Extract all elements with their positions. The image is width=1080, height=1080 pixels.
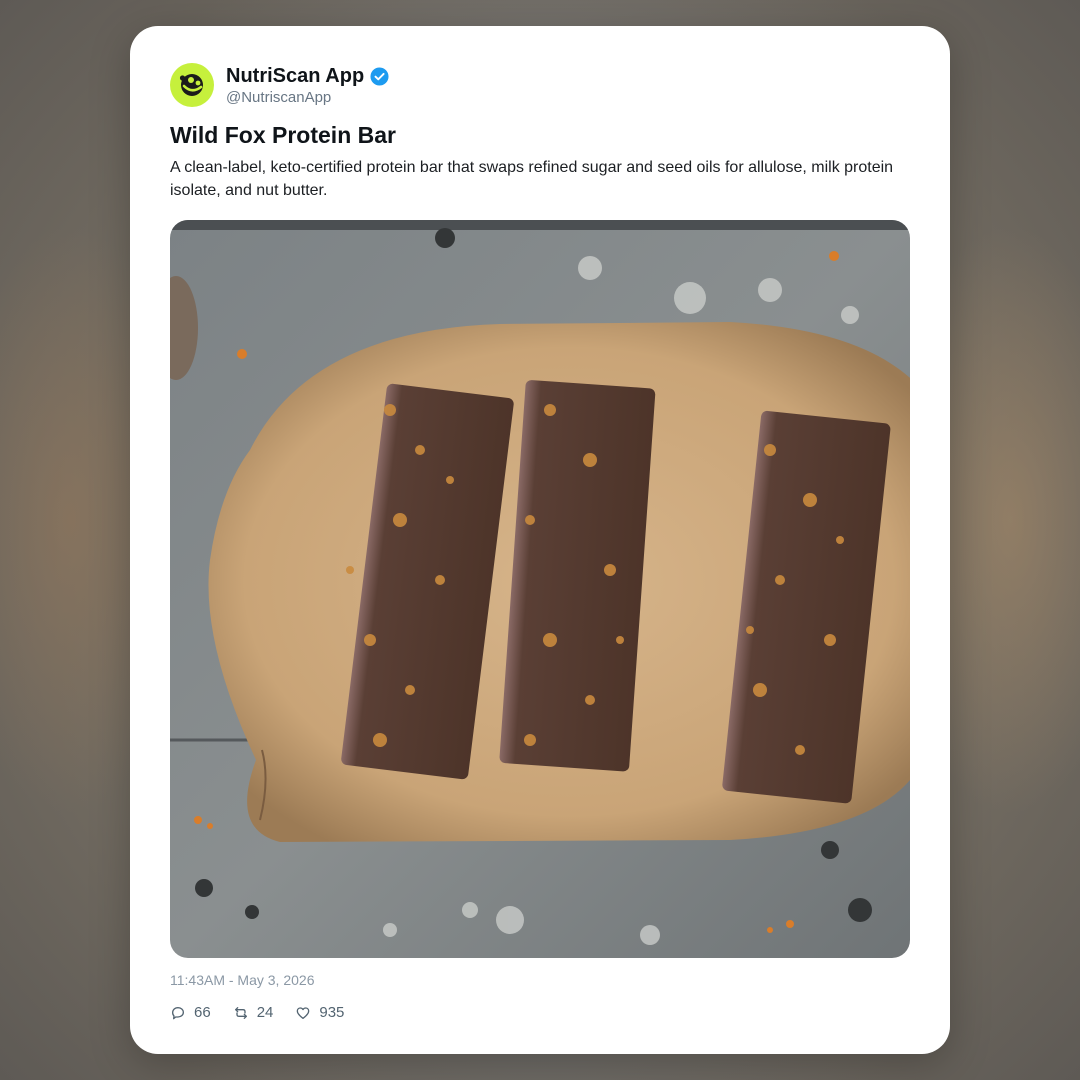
avatar[interactable]	[170, 63, 214, 107]
account-handle[interactable]: @NutriscanApp	[226, 89, 389, 106]
speech-bubble-icon	[172, 1006, 184, 1019]
post-card: NutriScan App @NutriscanApp Wild Fox Pro…	[130, 26, 950, 1054]
verified-badge-icon	[370, 66, 389, 86]
post-header: NutriScan App @NutriscanApp	[170, 62, 389, 108]
repost-arrows-icon	[234, 1006, 247, 1019]
like-button[interactable]: 935	[295, 1004, 344, 1021]
display-name[interactable]: NutriScan App	[226, 65, 364, 88]
post-timestamp[interactable]: 11:43AM - May 3, 2026	[170, 972, 314, 988]
engagement-bar: 66 24 935	[170, 1004, 366, 1021]
repost-count: 24	[256, 1004, 274, 1021]
heart-icon	[297, 1006, 310, 1019]
account-names: NutriScan App @NutriscanApp	[226, 64, 389, 106]
like-count: 935	[319, 1004, 345, 1021]
repost-button[interactable]: 24	[233, 1004, 274, 1021]
post-title: Wild Fox Protein Bar	[170, 122, 396, 148]
post-photo[interactable]	[170, 220, 910, 958]
protein-bars-photo	[170, 220, 910, 958]
nutriscan-logo-icon	[179, 74, 203, 96]
post-body: A clean-label, keto-certified protein ba…	[170, 159, 894, 199]
reply-button[interactable]: 66	[170, 1004, 211, 1021]
reply-count: 66	[194, 1004, 211, 1021]
